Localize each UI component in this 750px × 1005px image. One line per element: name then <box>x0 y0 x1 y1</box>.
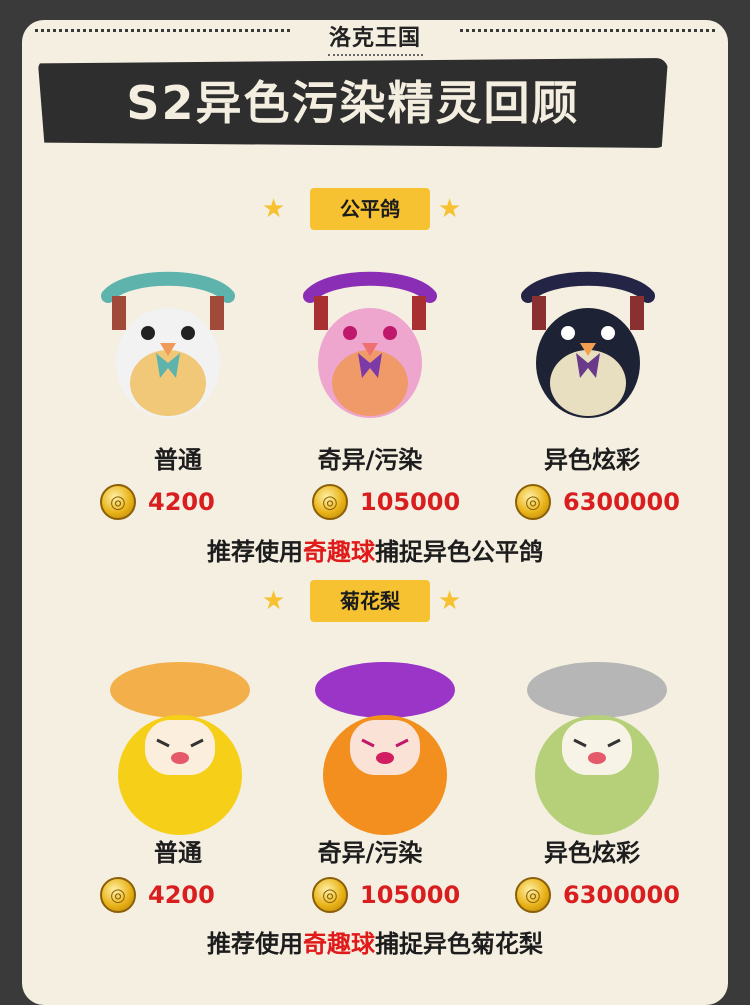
coin-icon: ◎ <box>515 877 551 913</box>
pear-normal-image <box>110 662 250 835</box>
star-icon: ★ <box>262 586 286 616</box>
rec-prefix: 推荐使用 <box>207 538 303 566</box>
dotted-divider-right <box>460 29 715 32</box>
coin-icon: ◎ <box>100 484 136 520</box>
star-icon: ★ <box>262 194 286 224</box>
rec-highlight: 奇趣球 <box>303 930 375 958</box>
pear-shiny-image <box>527 662 667 835</box>
price-value: 105000 <box>360 488 461 516</box>
variant-label: 普通 <box>154 446 202 474</box>
coin-icon: ◎ <box>312 484 348 520</box>
pigeon-polluted-image <box>303 271 437 418</box>
price-value: 6300000 <box>563 881 680 909</box>
price-value: 4200 <box>148 881 215 909</box>
pigeon-normal-image <box>101 271 235 418</box>
price-polluted: ◎ 105000 <box>312 875 460 915</box>
price-normal: ◎ 4200 <box>100 482 215 522</box>
rec-highlight: 奇趣球 <box>303 538 375 566</box>
coin-icon: ◎ <box>312 877 348 913</box>
variant-label: 普通 <box>154 839 202 867</box>
dotted-divider-left <box>35 29 290 32</box>
price-shiny: ◎ 6300000 <box>515 482 680 522</box>
section-title: 菊花梨 <box>340 589 400 613</box>
variant-label: 异色炫彩 <box>544 446 640 474</box>
coin-icon: ◎ <box>515 484 551 520</box>
recommendation-text: 推荐使用奇趣球捕捉异色公平鸽 <box>0 532 750 567</box>
section-tag-pigeon: ★ 公平鸽 ★ <box>262 188 461 230</box>
price-normal: ◎ 4200 <box>100 875 215 915</box>
rec-suffix: 捕捉异色公平鸽 <box>375 538 543 566</box>
section-title: 公平鸽 <box>340 197 400 221</box>
price-shiny: ◎ 6300000 <box>515 875 680 915</box>
variant-label: 异色炫彩 <box>544 839 640 867</box>
price-polluted: ◎ 105000 <box>312 482 460 522</box>
price-value: 6300000 <box>563 488 680 516</box>
star-icon: ★ <box>438 586 462 616</box>
price-value: 105000 <box>360 881 461 909</box>
section-tag-pear: ★ 菊花梨 ★ <box>262 580 461 622</box>
recommendation-text: 推荐使用奇趣球捕捉异色菊花梨 <box>0 924 750 959</box>
rec-prefix: 推荐使用 <box>207 930 303 958</box>
variant-label: 奇异/污染 <box>317 839 423 867</box>
coin-icon: ◎ <box>100 877 136 913</box>
page-title: S2异色污染精灵回顾 <box>126 76 580 130</box>
price-value: 4200 <box>148 488 215 516</box>
star-icon: ★ <box>438 194 462 224</box>
variant-label: 奇异/污染 <box>317 446 423 474</box>
game-logo: 洛克王国 <box>300 20 450 60</box>
pear-polluted-image <box>315 662 455 835</box>
rec-suffix: 捕捉异色菊花梨 <box>375 930 543 958</box>
logo-text: 洛克王国 <box>328 26 421 51</box>
pigeon-shiny-image <box>521 271 655 418</box>
